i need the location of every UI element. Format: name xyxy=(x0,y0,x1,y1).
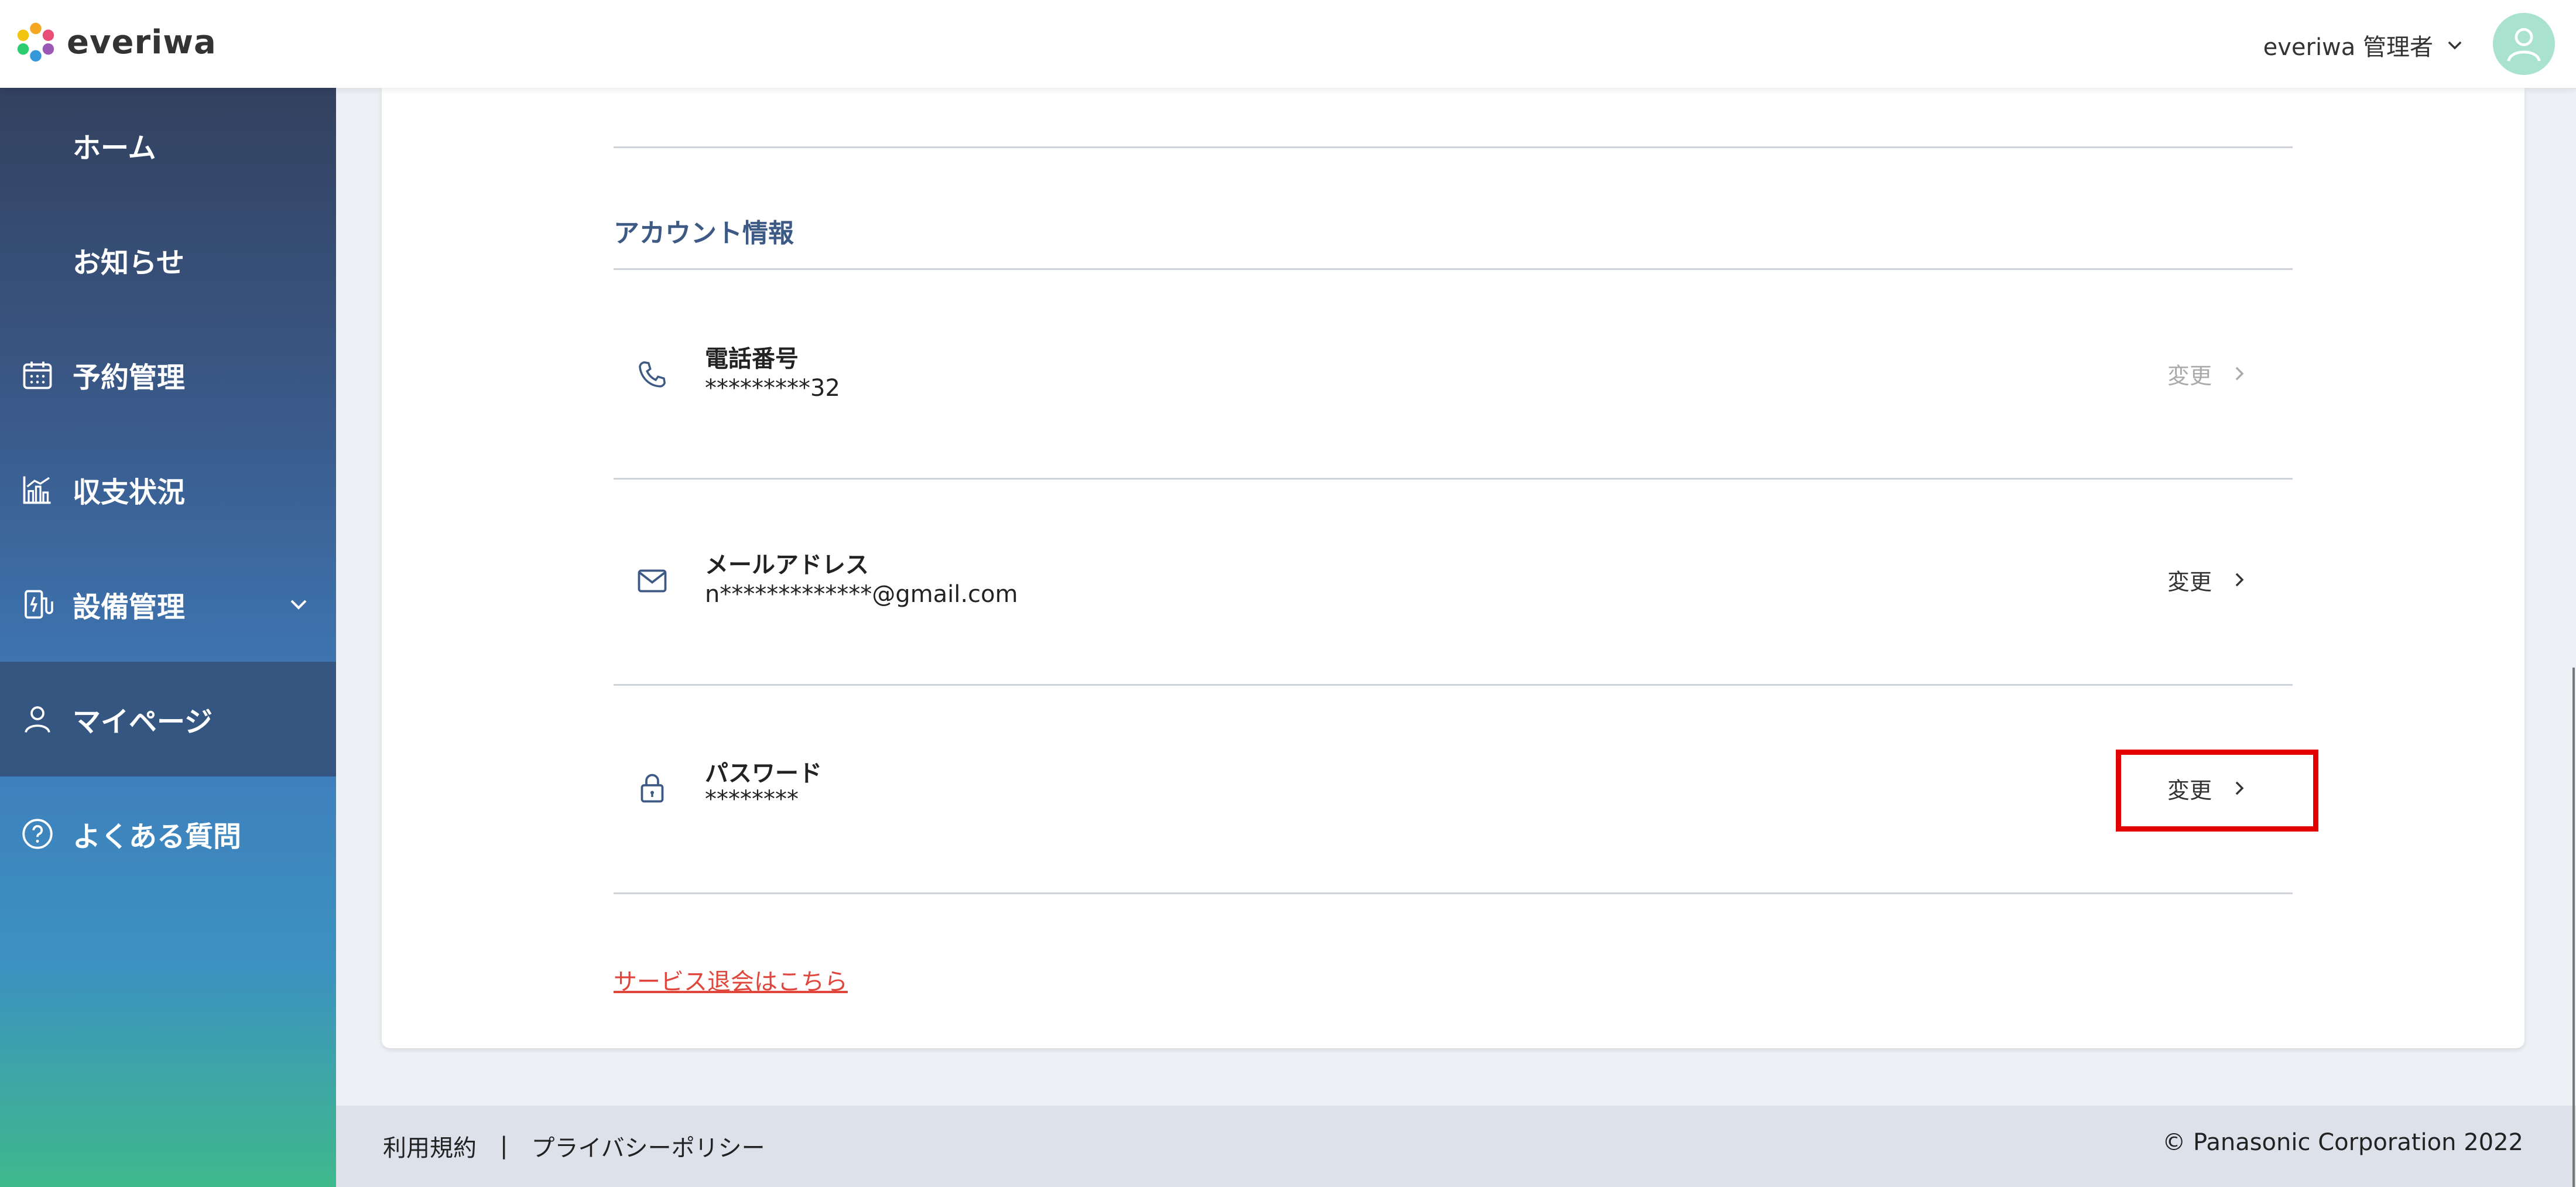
footer: 利用規約 | プライバシーポリシー © Panasonic Corporatio… xyxy=(336,1106,2576,1187)
chart-icon xyxy=(23,476,51,504)
user-name: everiwa 管理者 xyxy=(2263,34,2433,61)
question-icon xyxy=(22,819,53,849)
sidebar-item-label: 収支状況 xyxy=(73,476,186,509)
password-label: パスワード xyxy=(705,760,822,787)
copyright: © Panasonic Corporation 2022 xyxy=(2162,1129,2523,1156)
charger-icon xyxy=(25,590,53,619)
lock-icon xyxy=(640,774,664,803)
phone-icon xyxy=(639,361,666,388)
avatar[interactable] xyxy=(2493,13,2555,75)
phone-value: *********32 xyxy=(705,375,840,402)
calendar-icon xyxy=(23,361,52,389)
account-card: アカウント情報 電話番号 *********32 変更 メールアドレス n***… xyxy=(382,88,2524,1048)
sidebar-item-mypage[interactable]: マイページ xyxy=(0,662,336,776)
sidebar-item-label: マイページ xyxy=(73,706,213,738)
flower-logo-icon xyxy=(17,22,54,62)
chevron-right-icon xyxy=(2235,367,2244,381)
sidebar-item-label: 設備管理 xyxy=(73,591,186,624)
user-menu[interactable]: everiwa 管理者 xyxy=(2263,28,2465,62)
chevron-down-icon xyxy=(2448,41,2462,50)
email-value: n*************@gmail.com xyxy=(705,581,1018,608)
highlight-box xyxy=(2116,750,2318,832)
scrollbar[interactable] xyxy=(2572,668,2575,1187)
avatar-user-icon xyxy=(2507,28,2541,61)
sidebar-item-label: よくある質問 xyxy=(73,820,242,853)
sidebar-item-home[interactable]: ホーム xyxy=(0,88,336,203)
change-email-button[interactable]: 変更 xyxy=(2167,556,2284,603)
sidebar-item-label: お知らせ xyxy=(73,247,185,279)
sidebar-item-reservations[interactable]: 予約管理 xyxy=(0,317,336,432)
section-title: アカウント情報 xyxy=(614,218,794,248)
sidebar-item-equipment[interactable]: 設備管理 xyxy=(0,547,336,662)
logo-text: everiwa xyxy=(67,23,217,61)
footer-separator: | xyxy=(500,1133,508,1159)
sidebar-item-label: 予約管理 xyxy=(73,361,186,394)
change-label: 変更 xyxy=(2167,362,2212,389)
top-header: everiwa everiwa 管理者 xyxy=(0,0,2576,88)
chevron-right-icon xyxy=(2235,573,2244,587)
chevron-down-icon xyxy=(290,600,307,610)
sidebar-item-news[interactable]: お知らせ xyxy=(0,203,336,317)
phone-label: 電話番号 xyxy=(705,346,799,372)
sidebar-item-faq[interactable]: よくある質問 xyxy=(0,776,336,891)
password-value: ******** xyxy=(705,786,799,813)
footer-links: 利用規約 | プライバシーポリシー xyxy=(383,1129,765,1163)
divider xyxy=(614,478,2293,480)
change-label: 変更 xyxy=(2167,569,2212,595)
sidebar-item-income[interactable]: 収支状況 xyxy=(0,432,336,547)
email-label: メールアドレス xyxy=(705,552,869,579)
mail-icon xyxy=(638,569,667,593)
privacy-link[interactable]: プライバシーポリシー xyxy=(531,1129,765,1163)
everiwa-logo[interactable]: everiwa xyxy=(13,19,217,66)
divider xyxy=(614,268,2293,270)
divider xyxy=(614,892,2293,894)
terms-link[interactable]: 利用規約 xyxy=(383,1129,477,1163)
user-icon xyxy=(25,706,50,733)
sidebar: ホーム お知らせ 予約管理 収支状況 設備管理 マイページ よくある質問 xyxy=(0,88,336,1187)
divider xyxy=(614,684,2293,686)
divider xyxy=(614,146,2293,148)
withdraw-link[interactable]: サービス退会はこちら xyxy=(614,963,848,997)
sidebar-item-label: ホーム xyxy=(73,132,156,165)
change-phone-button[interactable]: 変更 xyxy=(2167,350,2284,397)
